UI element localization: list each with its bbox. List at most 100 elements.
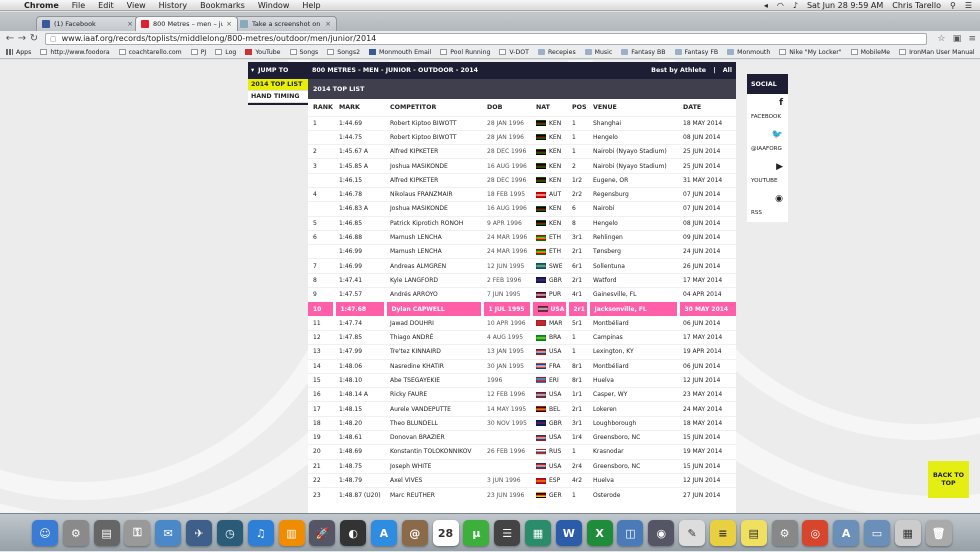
- back-icon[interactable]: ←: [4, 33, 16, 44]
- mail-icon[interactable]: ✉: [155, 520, 182, 546]
- table-row[interactable]: 14 1:48.06 Nasredine KHATIR 30 JAN 1995 FRA 8…: [308, 358, 736, 374]
- dashboard-icon[interactable]: ◐: [340, 520, 367, 546]
- bookmark-item[interactable]: Songs: [289, 49, 318, 56]
- calendar-icon[interactable]: 28: [432, 520, 459, 546]
- bookmark-item[interactable]: PJ: [190, 49, 206, 56]
- table-row[interactable]: 1:46.15 Alfred KIPKETER 28 DEC 1996 KEN 1r2 E…: [308, 172, 736, 188]
- social-link[interactable]: ▶ YOUTUBE: [747, 158, 788, 190]
- table-row[interactable]: 19 1:48.61 Donovan BRAZIER USA 1r4 Greensboro…: [308, 430, 736, 445]
- menu-window[interactable]: Window: [258, 1, 290, 10]
- forward-icon[interactable]: →: [16, 33, 28, 44]
- bookmark-item[interactable]: Music: [584, 49, 612, 56]
- bookmark-item[interactable]: MobileMe: [850, 49, 890, 56]
- table-row[interactable]: 7 1:46.99 Andreas ALMGREN 12 JUN 1995 SWE 6r1…: [308, 258, 736, 274]
- close-icon[interactable]: ×: [127, 20, 133, 28]
- bookmark-item[interactable]: Nike "My Locker": [779, 49, 842, 56]
- tab-facebook[interactable]: (1) Facebook ×: [36, 16, 139, 31]
- volume-icon[interactable]: ♪: [793, 1, 798, 10]
- bookmark-item[interactable]: coachtarello.com: [118, 49, 182, 56]
- menu-icon[interactable]: ≡: [968, 34, 976, 44]
- notes-icon[interactable]: ≡: [709, 520, 736, 546]
- bookmark-item[interactable]: Fantasy BB: [621, 49, 666, 56]
- table-row[interactable]: 3 1:45.85 A Joshua MASIKONDE 16 AUG 1996 KEN…: [308, 158, 736, 174]
- table-row[interactable]: 1 1:44.69 Robert Kiptoo BIWOTT 28 JAN 1996 K…: [308, 115, 736, 131]
- table-row[interactable]: 20 1:48.69 Konstantin TOLOKONNIKOV 26 FEB 1…: [308, 444, 736, 460]
- contacts-icon[interactable]: @: [401, 520, 428, 546]
- table-row[interactable]: 6 1:46.88 Mamush LENCHA 24 MAR 1996 ETH 3r1 Re…: [308, 229, 736, 245]
- star-icon[interactable]: ☆: [937, 34, 945, 44]
- launchpad-icon[interactable]: 🚀: [309, 520, 336, 546]
- jump-link-toplist[interactable]: 2014 TOP LIST: [248, 79, 308, 91]
- bookmark-item[interactable]: YouTube: [245, 49, 281, 56]
- table-row[interactable]: 2 1:45.67 A Alfred KIPKETER 28 DEC 1996 KEN 1…: [308, 144, 736, 159]
- itunes-icon[interactable]: ♫: [247, 520, 274, 546]
- table-row[interactable]: 17 1:48.15 Aurele VANDEPUTTE 14 MAY 1995 BEL…: [308, 401, 736, 417]
- bookmark-item[interactable]: Fantasy FB: [674, 49, 718, 56]
- close-icon[interactable]: ×: [325, 20, 331, 28]
- table-row[interactable]: 1:46.83 A Joshua MASIKONDE 16 AUG 1996 KEN 6…: [308, 201, 736, 217]
- excel-icon[interactable]: X: [586, 520, 613, 546]
- word-icon[interactable]: W: [555, 520, 582, 546]
- textedit-icon[interactable]: ✎: [679, 520, 706, 546]
- preview2-icon[interactable]: ◫: [617, 520, 644, 546]
- table-row[interactable]: 9 1:47.57 Andrés ARROYO 7 JUN 1995 PUR 4r1 Gai…: [308, 287, 736, 302]
- menu-bookmarks[interactable]: Bookmarks: [200, 1, 245, 10]
- table-row[interactable]: 10 1:47.68 Dylan CAPWELL 1 JUL 1995 USA 2r1 Ja…: [308, 301, 736, 317]
- printer-icon[interactable]: ▤: [93, 520, 120, 546]
- bookmark-item[interactable]: Log: [215, 49, 236, 56]
- bookmark-item[interactable]: IronMan User Manual: [899, 49, 975, 56]
- trash-icon[interactable]: 🗑: [925, 520, 952, 546]
- menu-history[interactable]: History: [159, 1, 187, 10]
- table-row[interactable]: 12 1:47.85 Thiago ANDRÉ 4 AUG 1995 BRA 1 Campi…: [308, 329, 736, 345]
- audio-icon[interactable]: ◂: [764, 1, 768, 10]
- table-row[interactable]: 8 1:47.41 Kyle LANGFORD 2 FEB 1996 GBR 2r1 Wat…: [308, 272, 736, 288]
- search-icon[interactable]: ⚲: [950, 1, 956, 10]
- tab-iaaf[interactable]: 800 Metres – men – junior ×: [135, 16, 238, 31]
- app-icon[interactable]: ☰: [494, 520, 521, 546]
- wifi-icon[interactable]: ◠: [777, 1, 784, 10]
- social-link[interactable]: f FACEBOOK: [747, 94, 788, 126]
- bookmark-item[interactable]: Recepies: [537, 49, 576, 56]
- photo-icon[interactable]: ✈: [186, 520, 213, 546]
- close-icon[interactable]: ×: [226, 20, 232, 28]
- preview-icon[interactable]: ⚙: [62, 520, 89, 546]
- app-store-icon[interactable]: A: [370, 520, 397, 546]
- best-by-athlete-link[interactable]: Best by Athlete: [651, 67, 706, 74]
- table-row[interactable]: 15 1:48.10 Abe TSEGAYEKIE 1996 ERI 8r1 Huelva 1…: [308, 372, 736, 388]
- bookmark-item[interactable]: http://www.foodora: [40, 49, 110, 56]
- downloads-icon[interactable]: ▦: [894, 520, 921, 546]
- table-row[interactable]: 23 1:48.87 (U20) Marc REUTHER 23 JUN 1996 GE…: [308, 487, 736, 503]
- table-row[interactable]: 22 1:48.79 Axel VIVES 3 JUN 1996 ESP 4r2 Huelv…: [308, 472, 736, 488]
- menu-app[interactable]: Chrome: [24, 1, 59, 10]
- table-row[interactable]: 1:46.99 Mamush LENCHA 24 MAR 1996 ETH 2r1 Tøn…: [308, 244, 736, 259]
- table-row[interactable]: 1:44.75 Robert Kiptoo BIWOTT 28 JAN 1996 KE…: [308, 129, 736, 145]
- datetime[interactable]: Sat Jun 28 9:59 AM: [807, 1, 883, 10]
- stickies-icon[interactable]: ▤: [740, 520, 767, 546]
- keychain-icon[interactable]: ⚿: [124, 520, 151, 546]
- menu-edit[interactable]: Edit: [98, 1, 114, 10]
- social-link[interactable]: ◉ RSS: [747, 190, 788, 222]
- user-name[interactable]: Chris Tarello: [892, 1, 941, 10]
- bookmark-item[interactable]: Monmouth Email: [369, 49, 431, 56]
- bookmark-item[interactable]: Apps: [6, 49, 31, 56]
- image-capture-icon[interactable]: ▦: [525, 520, 551, 546]
- bookmark-item[interactable]: V-DOT: [499, 49, 529, 56]
- table-row[interactable]: 13 1:47.99 Tre'tez KINNAIRD 13 JAN 1995 USA 1…: [308, 344, 736, 360]
- system-prefs-icon[interactable]: ⚙: [771, 520, 798, 546]
- social-link[interactable]: 🐦 @IAAFORG: [747, 126, 788, 158]
- back-to-top-button[interactable]: BACK TO TOP: [928, 461, 969, 498]
- address-bar[interactable]: ▢ www.iaaf.org/records/toplists/middlelo…: [45, 32, 928, 45]
- applications-icon[interactable]: A: [833, 520, 860, 546]
- extension-icon[interactable]: ▣: [953, 34, 962, 44]
- bookmark-item[interactable]: Monmouth: [727, 49, 770, 56]
- ibooks-icon[interactable]: ▥: [278, 520, 305, 546]
- reload-icon[interactable]: ↻: [28, 33, 40, 44]
- table-row[interactable]: 21 1:48.75 Joseph WHITE USA 2r4 Greensboro, N…: [308, 458, 736, 474]
- documents-icon[interactable]: ▭: [863, 520, 890, 546]
- table-row[interactable]: 11 1:47.74 Jawad DOUHRI 10 APR 1996 MAR 5r1 Mo…: [308, 315, 736, 331]
- table-row[interactable]: 18 1:48.20 Theo BLUNDELL 30 NOV 1995 GBR 3r1 L…: [308, 415, 736, 431]
- list-icon[interactable]: ☰: [965, 1, 972, 10]
- table-row[interactable]: 16 1:48.14 A Ricky FAURE 12 FEB 1996 USA 1r1 C…: [308, 387, 736, 402]
- bookmark-item[interactable]: Songs2: [327, 49, 360, 56]
- finder-icon[interactable]: ☺: [32, 520, 58, 546]
